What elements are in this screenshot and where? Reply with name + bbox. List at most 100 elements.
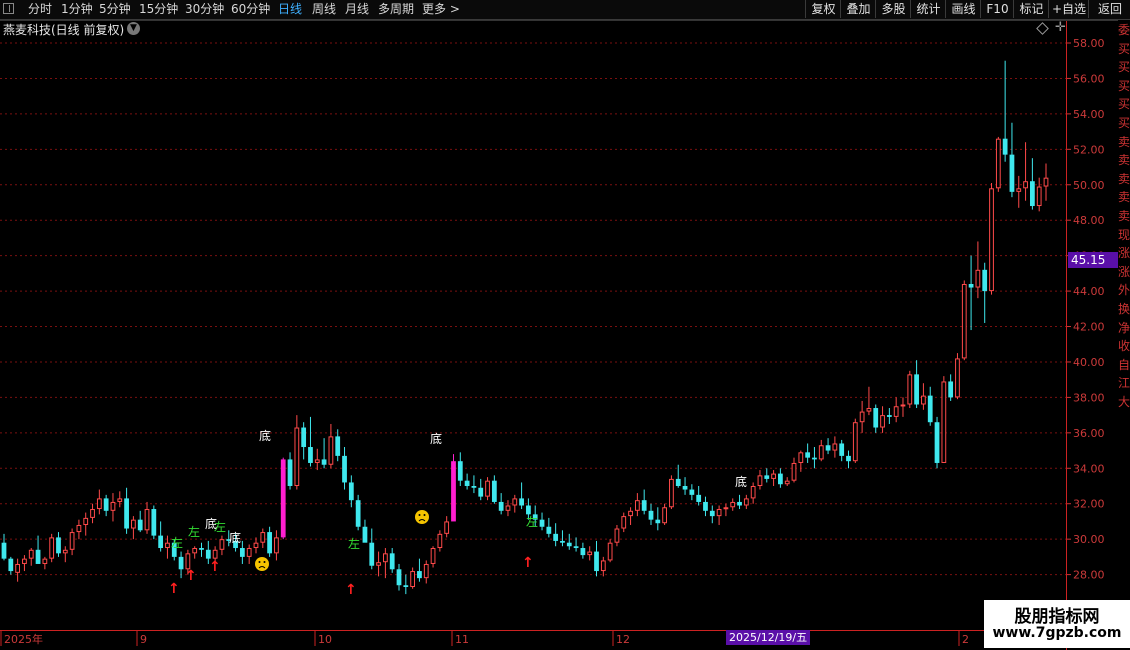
candle-body [846,455,851,462]
candle-body [818,445,824,460]
candle-body [968,283,974,288]
candle-body [600,560,606,572]
candle-body [42,558,48,564]
candle-body [131,519,136,529]
candle-body [178,556,184,570]
price-tick-label: 52.00 [1073,143,1105,156]
candle-body [764,475,770,479]
candle-body [1002,138,1008,155]
time-tick-label: 2 [962,633,969,646]
price-tick-label: 38.00 [1073,391,1105,404]
time-tick-label: 11 [455,633,469,646]
candle-body [15,563,21,573]
candle-body [560,540,565,543]
candle-body [498,501,504,511]
quote-side-strip: 委买买买买买卖卖卖卖卖现涨涨外换净收自江大 [1118,20,1130,630]
candle-body [76,524,82,533]
quote-side-char: 卖 [1118,171,1130,186]
candle-body [703,501,708,511]
signal-left-label: 左 [348,536,360,551]
sad-face-eye [258,561,261,563]
candle-body [430,548,436,564]
quote-side-char: 卖 [1118,134,1130,149]
candle-body [934,422,940,463]
candle-body [921,395,926,405]
candle-body [873,408,879,428]
candle-body [1043,177,1049,187]
price-tick-label: 30.00 [1073,533,1105,546]
candle-body [1009,154,1015,192]
candle-body [362,526,368,543]
price-tick-label: 54.00 [1073,108,1105,121]
candle-body [641,500,647,511]
candle-body [137,519,143,531]
price-tick-label: 58.00 [1073,37,1105,50]
signal-bottom-label: 底 [205,516,217,531]
quote-side-char: 江 [1118,376,1130,391]
candle-body [144,509,150,531]
candle-body [553,533,559,541]
buy-arrow-icon: ↑ [345,582,357,598]
candle-body [117,498,123,502]
candle-body [321,459,327,465]
quote-side-char: 外 [1118,283,1130,298]
candle-body [743,498,749,506]
candle-body [342,455,347,483]
candle-body [49,537,55,559]
candle-body [8,558,14,572]
watermark: 股朋指标网 www.7gpzb.com [984,600,1130,648]
quote-side-char: 买 [1118,97,1130,112]
candle-body [491,480,497,502]
candle-body [859,411,865,423]
candle-body [417,571,422,579]
candle-body [961,283,967,359]
candle-body [839,443,845,456]
candle-body [403,585,409,588]
signal-bottom-label: 底 [229,530,241,545]
price-tick-label: 28.00 [1073,569,1105,582]
candle-body [696,494,702,502]
candle-body [614,528,620,543]
candle-body [975,269,981,288]
candle-body [778,473,783,485]
candle-body [22,558,27,564]
candle-body [444,521,450,534]
candle-body [355,500,361,527]
candle-body [301,427,307,448]
candle-body [151,509,157,536]
sad-face-eye [263,561,266,563]
candle-body [260,532,266,543]
candle-body [621,516,627,529]
candle-body [1016,188,1022,192]
price-tick-label: 34.00 [1073,462,1105,475]
candle-body [982,269,988,292]
time-tick-label: 2025年 [4,632,43,646]
candle-body [212,549,218,559]
candle-body [784,480,790,485]
candle-body [505,505,511,511]
candle-body [955,358,960,398]
candle-body [648,510,654,520]
quote-side-char: 买 [1118,41,1130,56]
candle-body [165,542,170,549]
candle-body [308,447,313,463]
sad-face-icon [415,510,429,524]
candle-body [389,553,395,570]
candle-body [689,489,695,495]
candle-body [110,501,116,511]
candle-body [573,546,579,549]
candle-body [83,517,89,525]
candle-body [580,548,586,556]
candle-body [771,473,776,479]
candle-body [280,459,286,538]
crosshair-date-label: 2025/12/19/五 [726,630,811,645]
quote-side-char: 收 [1118,339,1130,354]
price-tick-label: 48.00 [1073,214,1105,227]
candle-body [900,404,906,407]
signal-bottom-label: 底 [430,431,442,446]
quote-side-char: 买 [1118,116,1130,130]
candle-body [90,509,95,518]
candle-body [267,532,272,554]
candlestick-chart[interactable]: 58.0056.0054.0052.0050.0048.0046.0044.00… [0,0,1118,650]
candle-body [35,549,41,564]
